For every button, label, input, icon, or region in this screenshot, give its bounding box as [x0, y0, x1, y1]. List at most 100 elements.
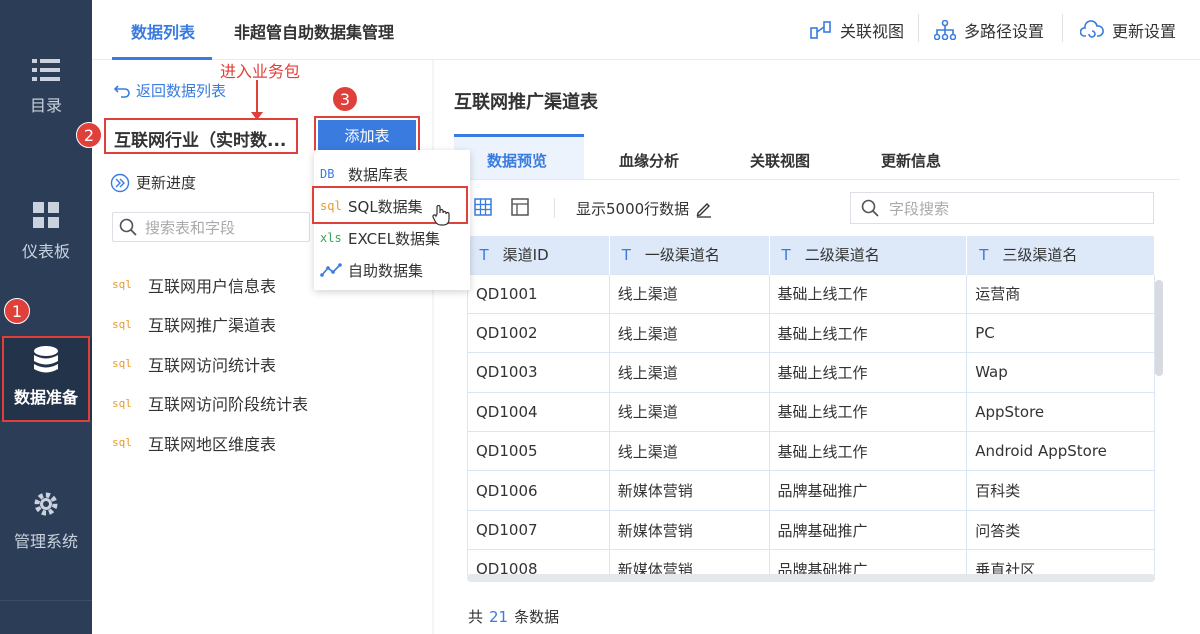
cell: 品牌基础推广 — [768, 549, 968, 576]
table-name: 互联网访问统计表 — [148, 355, 277, 375]
db-icon: DB — [320, 167, 335, 181]
field-search-placeholder: 字段搜索 — [889, 199, 950, 218]
row-count-setting[interactable]: 显示5000行数据 — [576, 198, 713, 219]
nav-item-dashboard[interactable]: 仪表板 — [0, 202, 92, 262]
cell: QD1007 — [467, 509, 610, 551]
horizontal-scrollbar[interactable] — [467, 574, 1155, 582]
nav-item-catalog[interactable]: 目录 — [0, 58, 92, 116]
annotation-arrow-line — [256, 80, 258, 116]
table-list: sql 互联网用户信息表 sql 互联网推广渠道表 sql 互联网访问统计表 s… — [112, 265, 308, 463]
business-package-panel: 返回数据列表 互联网行业（实时数... 添加表 更新进度 搜索表和字段 sql … — [92, 60, 450, 634]
cell: 新媒体营销 — [608, 549, 770, 576]
multipath-settings-label: 多路径设置 — [964, 22, 1045, 41]
search-icon — [119, 218, 137, 236]
table-search-input[interactable]: 搜索表和字段 — [112, 212, 310, 242]
cell: 新媒体营销 — [608, 470, 770, 511]
menu-label: EXCEL数据集 — [348, 229, 440, 248]
list-item[interactable]: sql 互联网地区维度表 — [112, 423, 308, 463]
progress-label: 更新进度 — [136, 174, 197, 192]
column-header[interactable]: T 二级渠道名 — [769, 236, 968, 274]
column-header[interactable]: T 渠道ID — [467, 236, 610, 274]
cell: 线上渠道 — [608, 273, 770, 314]
search-placeholder: 搜索表和字段 — [145, 218, 236, 237]
cell: 新媒体营销 — [608, 509, 770, 551]
cell: QD1008 — [467, 549, 610, 576]
column-header[interactable]: T 三级渠道名 — [966, 236, 1155, 274]
update-settings-button[interactable]: 更新设置 — [1080, 18, 1176, 42]
table-header-row: T 渠道ID T 一级渠道名 T 二级渠道名 T 三级渠道名 — [467, 236, 1155, 274]
cell: 线上渠道 — [608, 312, 770, 354]
cell: QD1002 — [467, 312, 610, 354]
layout-view-icon[interactable] — [511, 198, 529, 216]
tab-self-service-datasets[interactable]: 非超管自助数据集管理 — [234, 19, 394, 43]
vertical-scrollbar[interactable] — [1155, 280, 1163, 376]
relation-view-label: 关联视图 — [840, 22, 905, 41]
hand-cursor-icon — [432, 204, 450, 226]
cloud-refresh-icon — [1080, 20, 1104, 38]
tab-data-list[interactable]: 数据列表 — [131, 19, 195, 43]
preview-toolbar: 显示5000行数据 字段搜索 — [454, 192, 1180, 224]
table-row: QD1001 线上渠道 基础上线工作 运营商 — [467, 273, 1155, 314]
multipath-settings-button[interactable]: 多路径设置 — [934, 18, 1044, 42]
add-table-button[interactable]: 添加表 — [318, 120, 416, 152]
excel-icon: xls — [320, 231, 342, 245]
back-to-list-link[interactable]: 返回数据列表 — [114, 80, 226, 101]
cell: QD1006 — [467, 470, 610, 511]
cell: QD1001 — [467, 273, 610, 314]
divider — [1062, 14, 1063, 42]
menu-item-excel-dataset[interactable]: xls EXCEL数据集 — [314, 222, 470, 254]
cell: Android AppStore — [966, 431, 1155, 472]
count-prefix: 共 — [468, 608, 484, 626]
column-header[interactable]: T 一级渠道名 — [609, 236, 770, 274]
list-item[interactable]: sql 互联网访问阶段统计表 — [112, 384, 308, 424]
sql-icon: sql — [112, 357, 132, 371]
record-count: 共 21 条数据 — [468, 606, 559, 627]
list-item[interactable]: sql 互联网推广渠道表 — [112, 305, 308, 345]
table-row: QD1003 线上渠道 基础上线工作 Wap — [467, 352, 1155, 393]
return-arrow-icon — [114, 84, 130, 98]
text-type-icon: T — [979, 246, 989, 265]
data-preview-table: T 渠道ID T 一级渠道名 T 二级渠道名 T 三级渠道名 QD1001 线上渠道 基础上… — [467, 236, 1155, 576]
step-badge-2: 2 — [76, 122, 102, 148]
update-progress-link[interactable]: 更新进度 — [110, 172, 196, 193]
dashboard-icon — [33, 202, 59, 228]
sql-icon: sql — [112, 436, 132, 450]
nav-label: 仪表板 — [21, 242, 70, 261]
text-type-icon: T — [781, 246, 791, 265]
table-name: 互联网地区维度表 — [148, 434, 277, 454]
cell: 品牌基础推广 — [768, 509, 968, 551]
detail-tabs: 数据预览 血缘分析 关联视图 更新信息 — [454, 134, 1180, 180]
grid-view-icon[interactable] — [474, 198, 492, 216]
cell: 垂直社区 — [966, 549, 1155, 576]
field-search-input[interactable]: 字段搜索 — [850, 192, 1154, 224]
text-type-icon: T — [479, 246, 489, 265]
cell: QD1003 — [467, 352, 610, 393]
nav-item-admin[interactable]: 管理系统 — [0, 490, 92, 552]
cell: QD1005 — [467, 431, 610, 472]
cell: 基础上线工作 — [768, 312, 968, 354]
nav-label: 管理系统 — [13, 532, 78, 551]
nav-divider — [0, 600, 92, 601]
table-row: QD1005 线上渠道 基础上线工作 Android AppStore — [467, 431, 1155, 472]
tab-update-info[interactable]: 更新信息 — [881, 150, 941, 171]
back-label: 返回数据列表 — [136, 82, 227, 100]
menu-item-self-service-dataset[interactable]: 自助数据集 — [314, 254, 470, 286]
table-row: QD1008 新媒体营销 品牌基础推广 垂直社区 — [467, 549, 1155, 576]
tab-data-preview[interactable]: 数据预览 — [487, 150, 547, 171]
row-count-label: 显示5000行数据 — [576, 200, 690, 218]
tab-relation-view[interactable]: 关联视图 — [750, 150, 810, 171]
cell: 基础上线工作 — [768, 273, 968, 314]
list-item[interactable]: sql 互联网访问统计表 — [112, 344, 308, 384]
menu-label: 数据库表 — [348, 165, 409, 184]
top-bar: 数据列表 非超管自助数据集管理 关联视图 多路径设置 更新设置 — [92, 0, 1200, 60]
cell: 基础上线工作 — [768, 431, 968, 472]
cell: 基础上线工作 — [768, 352, 968, 393]
table-row: QD1002 线上渠道 基础上线工作 PC — [467, 312, 1155, 354]
sql-icon: sql — [112, 278, 132, 292]
list-item[interactable]: sql 互联网用户信息表 — [112, 265, 308, 305]
gear-icon — [34, 492, 58, 516]
tab-lineage[interactable]: 血缘分析 — [619, 150, 679, 171]
table-row: QD1007 新媒体营销 品牌基础推广 问答类 — [467, 509, 1155, 551]
relation-view-button[interactable]: 关联视图 — [810, 18, 904, 42]
sql-icon: sql — [112, 396, 132, 410]
